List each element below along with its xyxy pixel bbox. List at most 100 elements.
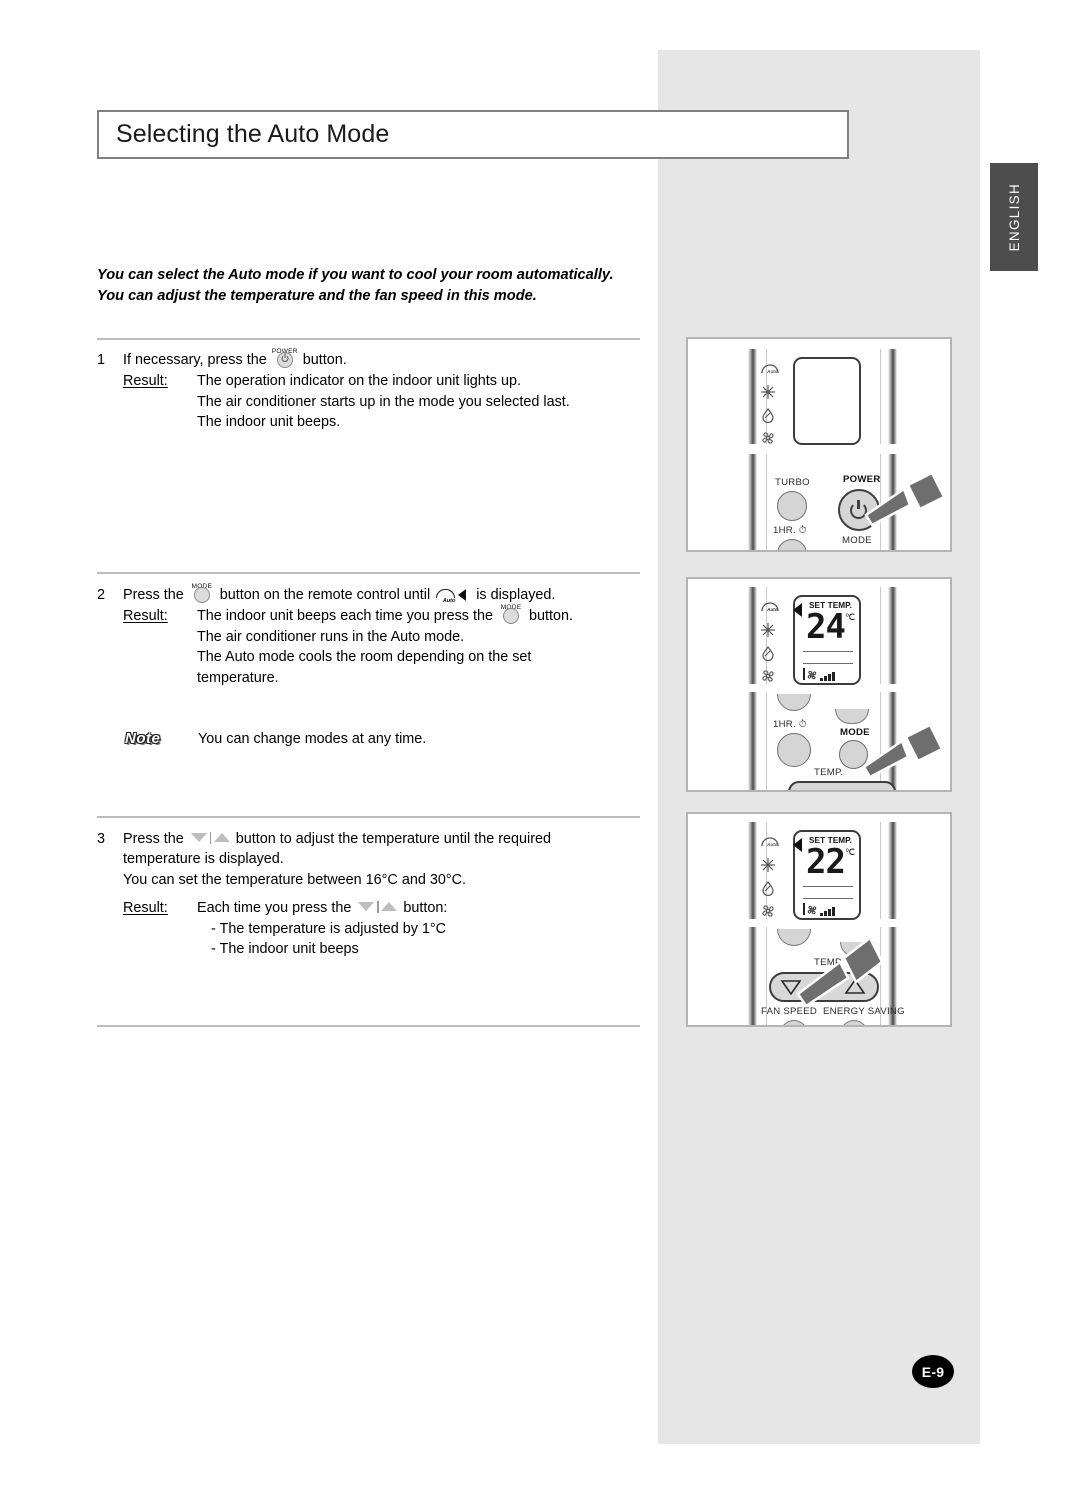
svg-text:Auto: Auto [766, 369, 778, 374]
auto-mode-icon: Auto [760, 834, 780, 854]
step-1: 1 If necessary, press the POWER button. … [97, 348, 657, 433]
energy-saving-button[interactable] [840, 1020, 868, 1025]
remote-rail [748, 587, 757, 684]
dehumidify-droplet-icon [760, 645, 780, 665]
page-title-box: Selecting the Auto Mode [97, 110, 849, 159]
step-2-text-before: Press the [123, 587, 184, 603]
step-2-number: 2 [97, 587, 106, 603]
step-1-text-before: If necessary, press the [123, 352, 267, 368]
fan-icon [807, 670, 817, 680]
language-tab: ENGLISH [990, 163, 1038, 271]
step-2-result-label: Result: [123, 608, 168, 625]
mode-button-icon: MODE [498, 604, 524, 625]
auto-mode-icon: Auto [760, 599, 780, 619]
step-3-number: 3 [97, 831, 106, 847]
step-2-text-mid: button on the remote control until [219, 587, 431, 603]
lcd-display: SET TEMP. 24 ℃ [793, 595, 861, 685]
remote-rail [748, 454, 757, 550]
remote-hairline [880, 587, 882, 684]
svg-text:Auto: Auto [766, 607, 778, 612]
step-3-result-label: Result: [123, 900, 168, 917]
remote-hairline [766, 454, 768, 550]
turbo-label: TURBO [775, 477, 810, 488]
snowflake-icon [760, 622, 780, 642]
step-3: 3 Press the button to adjust the tempera… [97, 829, 657, 959]
dehumidify-droplet-icon [760, 407, 780, 427]
pointer-cursor-icon [796, 936, 884, 1008]
step-3-text-before: Press the [123, 831, 184, 847]
lcd-display [793, 357, 861, 445]
mode-icon-column: Auto [760, 361, 780, 453]
temp-down-up-icon [190, 831, 230, 845]
turbo-button[interactable] [777, 694, 811, 711]
fan-icon [760, 903, 780, 923]
remote-hairline [880, 349, 882, 444]
step-1-result-line: The air conditioner starts up in the mod… [197, 393, 570, 410]
step-2-result-line: temperature. [197, 669, 279, 686]
mode-icon-column: Auto [760, 599, 780, 691]
fan-icon [807, 905, 817, 915]
auto-pointer-icon [458, 588, 467, 601]
remote-hairline [766, 692, 768, 790]
turbo-button[interactable] [777, 491, 807, 521]
lcd-display: SET TEMP. 22 ℃ [793, 830, 861, 920]
auto-pointer-icon [793, 838, 802, 852]
remote-rail [888, 822, 897, 919]
fan-icon [760, 430, 780, 450]
step-3-result-line: - The indoor unit beeps [211, 941, 359, 958]
note-text: You can change modes at any time. [198, 731, 427, 747]
remote-illustration-power: Auto TURBO 1HR. ⏱ POWER MODE [686, 337, 952, 552]
lcd-temperature: 24 [806, 607, 846, 647]
hour-label: 1HR. ⏱ [773, 719, 807, 730]
mode-icon-column: Auto [760, 834, 780, 926]
power-symbol-icon [281, 352, 289, 363]
remote-illustration-mode: Auto SET TEMP. 24 ℃ 1HR. ⏱ MODE TEMP. [686, 577, 952, 792]
fan-speed-button[interactable] [780, 1020, 808, 1025]
remote-rail [888, 349, 897, 444]
step-1-result-label: Result: [123, 373, 168, 390]
fan-speed-bars [820, 671, 835, 681]
auto-pointer-icon [793, 603, 802, 617]
section-rule-1 [97, 338, 640, 340]
remote-hairline [880, 822, 882, 919]
remote-illustration-temp: Auto SET TEMP. 22 ℃ TEMP. FAN SPEED ENER… [686, 812, 952, 1027]
temp-down-icon [190, 833, 207, 842]
step-1-number: 1 [97, 352, 106, 368]
svg-text:Auto: Auto [766, 842, 778, 847]
section-rule-3 [97, 816, 640, 818]
lcd-unit: ℃ [845, 847, 856, 857]
step-1-result-line: The operation indicator on the indoor un… [197, 373, 522, 390]
step-2-result-line: The air conditioner runs in the Auto mod… [197, 628, 465, 645]
remote-rail [748, 349, 757, 444]
step-3-result-line: Each time you press the button: [197, 900, 448, 917]
page-number-text: E-9 [921, 1363, 945, 1380]
remote-rail [748, 927, 757, 1025]
language-tab-label: ENGLISH [1006, 182, 1022, 252]
power-button-icon: POWER [272, 348, 298, 368]
mode-button-icon: MODE [189, 583, 215, 603]
step-3-line-2: temperature is displayed. [123, 851, 284, 868]
fan-speed-bars [820, 906, 835, 916]
auto-mode-icon: Auto [760, 361, 780, 381]
step-1-text-after: button. [302, 352, 347, 368]
remote-rail [748, 822, 757, 919]
hour-button[interactable] [777, 539, 807, 550]
temp-up-icon [213, 833, 230, 842]
note-label: Note [125, 730, 161, 747]
step-2: 2 Press the MODE button on the remote co… [97, 583, 657, 688]
pointer-cursor-icon [862, 723, 944, 779]
section-rule-2 [97, 572, 640, 574]
snowflake-icon [760, 384, 780, 404]
temp-label: TEMP. [814, 767, 844, 778]
snowflake-icon [760, 857, 780, 877]
lcd-temperature: 22 [806, 842, 846, 882]
lcd-unit: ℃ [845, 612, 856, 622]
note-block: Note You can change modes at any time. [125, 730, 426, 747]
step-3-text-after: button to adjust the temperature until t… [235, 831, 551, 847]
hour-button[interactable] [777, 733, 811, 767]
manual-page: ENGLISH Selecting the Auto Mode You can … [0, 0, 1080, 1494]
step-1-result-line: The indoor unit beeps. [197, 414, 341, 431]
page-number-badge: E-9 [912, 1355, 954, 1388]
step-2-result-line: The Auto mode cools the room depending o… [197, 649, 532, 666]
intro-paragraph: You can select the Auto mode if you want… [97, 267, 614, 304]
